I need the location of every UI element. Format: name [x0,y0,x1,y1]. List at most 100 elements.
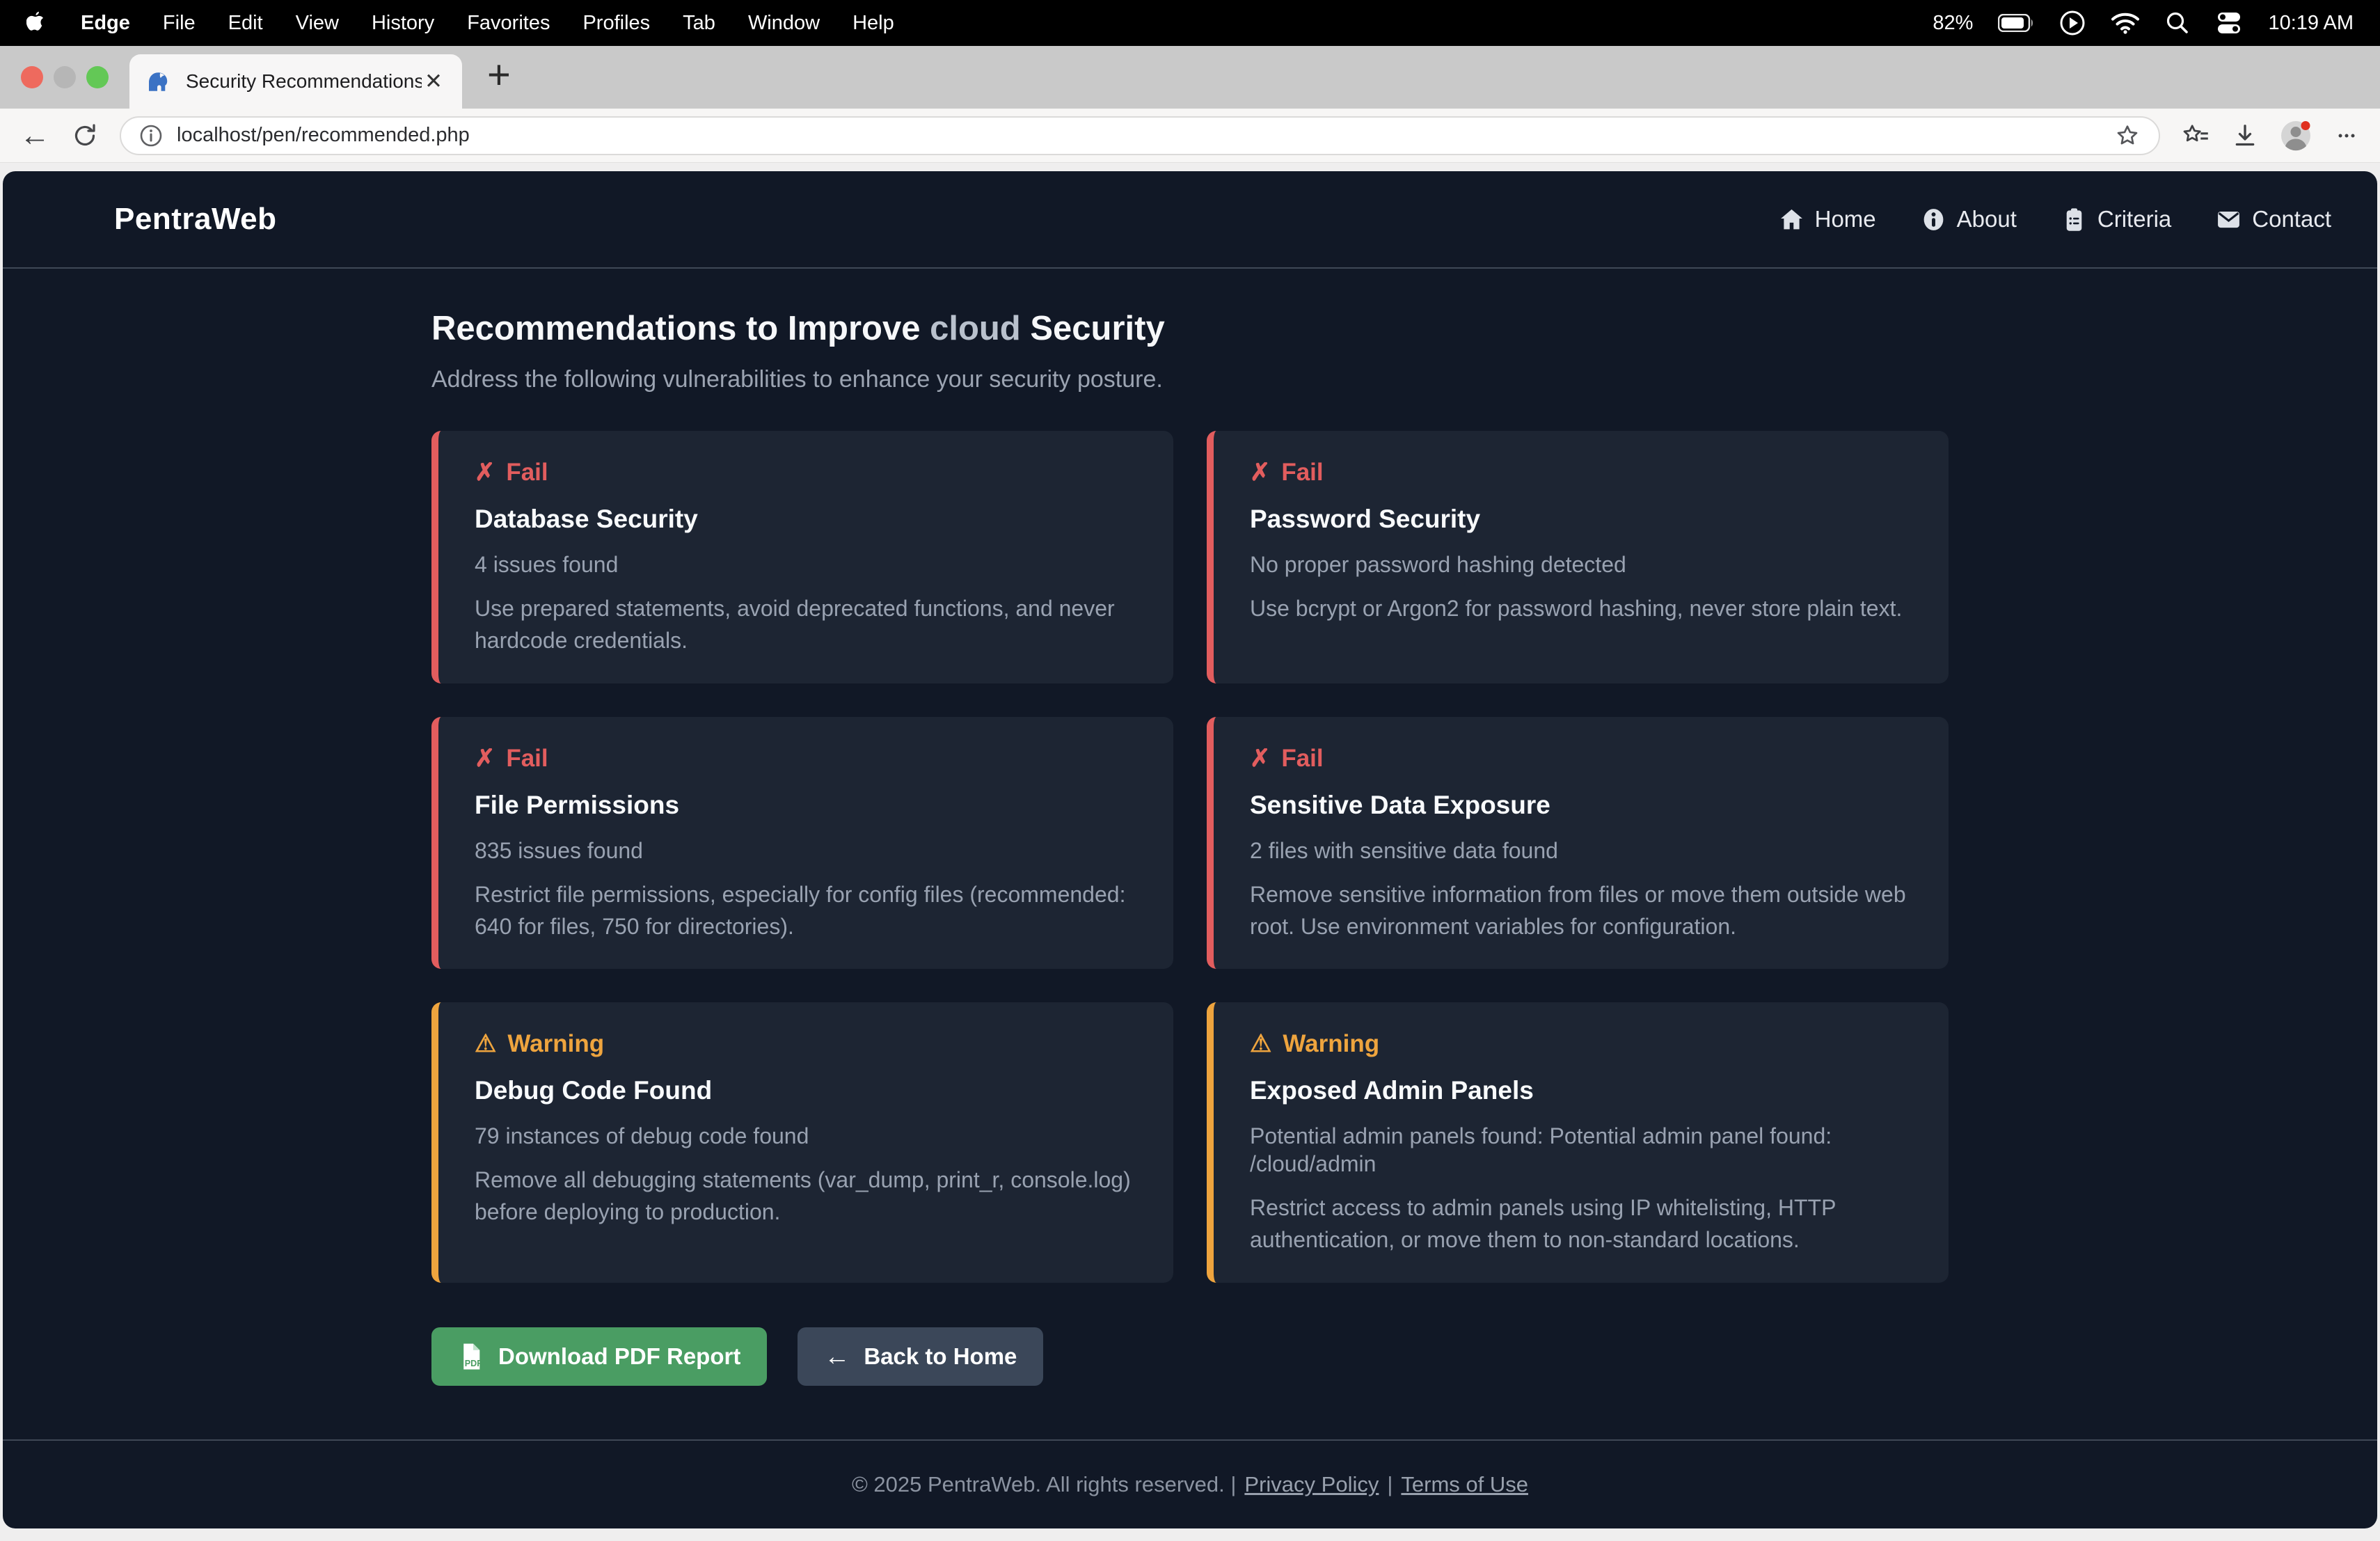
menu-item-file[interactable]: File [163,12,196,35]
card-file-permissions: ✗Fail File Permissions 835 issues found … [431,717,1173,969]
status-badge: ✗Fail [475,460,1143,484]
fail-x-icon: ✗ [1250,460,1270,484]
menu-item-view[interactable]: View [296,12,339,35]
site-navbar: PentraWeb Home About Criteria Contact [3,171,2377,269]
minimize-window-button[interactable] [54,66,76,88]
fail-x-icon: ✗ [1250,746,1270,770]
terms-of-use-link[interactable]: Terms of Use [1401,1472,1528,1497]
main-content: Recommendations to Improve cloud Securit… [431,269,1949,1439]
warning-triangle-icon: ⚠ [1250,1032,1271,1056]
status-badge: ⚠Warning [1250,1032,1918,1056]
menu-item-edit[interactable]: Edit [228,12,263,35]
status-badge: ⚠Warning [475,1032,1143,1056]
left-arrow-icon: ← [824,1343,850,1369]
page-subtitle: Address the following vulnerabilities to… [431,366,1949,393]
envelope-icon [2216,207,2242,232]
card-title: Database Security [475,505,1143,534]
privacy-policy-link[interactable]: Privacy Policy [1244,1472,1379,1497]
card-meta: 835 issues found [475,837,1143,864]
menu-item-favorites[interactable]: Favorites [467,12,550,35]
card-password-security: ✗Fail Password Security No proper passwo… [1207,431,1949,683]
recommendation-grid: ✗Fail Database Security 4 issues found U… [431,431,1949,1282]
status-badge: ✗Fail [1250,746,1918,770]
new-tab-button[interactable]: + [487,55,511,100]
close-window-button[interactable] [21,66,43,88]
action-buttons: PDF Download PDF Report ← Back to Home [431,1327,1949,1386]
card-description: Use prepared statements, avoid deprecate… [475,592,1143,657]
nav-link-home[interactable]: Home [1779,206,1876,232]
profile-avatar[interactable] [2280,120,2312,152]
page-title: Recommendations to Improve cloud Securit… [431,309,1949,348]
menu-item-edge[interactable]: Edge [81,12,130,35]
nav-link-about[interactable]: About [1921,206,2017,232]
menu-item-history[interactable]: History [372,12,434,35]
macos-menu-bar: Edge File Edit View History Favorites Pr… [0,0,2380,46]
card-meta: 4 issues found [475,551,1143,578]
browser-toolbar: ← localhost/pen/recommended.php [0,109,2380,163]
fail-x-icon: ✗ [475,460,495,484]
favorite-star-icon[interactable] [2114,123,2141,149]
control-center-icon[interactable] [2215,11,2243,35]
tab-close-icon[interactable]: ✕ [422,69,445,94]
card-title: Sensitive Data Exposure [1250,791,1918,820]
apple-icon[interactable] [26,10,48,36]
copyright-text: © 2025 PentraWeb. All rights reserved. | [852,1472,1236,1497]
card-description: Remove all debugging statements (var_dum… [475,1164,1143,1228]
footer-separator: | [1387,1472,1393,1497]
card-sensitive-data-exposure: ✗Fail Sensitive Data Exposure 2 files wi… [1207,717,1949,969]
nav-link-contact[interactable]: Contact [2216,206,2331,232]
browser-tab-strip: Security Recommendations ✕ + [0,46,2380,109]
page-title-highlight: cloud [930,310,1021,347]
card-database-security: ✗Fail Database Security 4 issues found U… [431,431,1173,683]
back-button[interactable]: ← [19,120,50,151]
menu-item-profiles[interactable]: Profiles [582,12,650,35]
card-title: Exposed Admin Panels [1250,1077,1918,1105]
clock: 10:19 AM [2268,12,2354,35]
menu-item-tab[interactable]: Tab [683,12,715,35]
spotlight-search-icon[interactable] [2165,10,2190,35]
downloads-icon[interactable] [2231,122,2259,150]
status-badge: ✗Fail [1250,460,1918,484]
card-debug-code-found: ⚠Warning Debug Code Found 79 instances o… [431,1002,1173,1282]
favorites-list-icon[interactable] [2181,122,2210,150]
tab-title: Security Recommendations [186,70,422,93]
home-icon [1779,207,1804,232]
window-controls [0,66,109,88]
fail-x-icon: ✗ [475,746,495,770]
site-info-icon[interactable] [139,124,163,148]
address-bar[interactable]: localhost/pen/recommended.php [120,116,2160,155]
back-to-home-button[interactable]: ← Back to Home [798,1327,1043,1386]
status-badge: ✗Fail [475,746,1143,770]
battery-percentage: 82% [1933,12,1973,35]
card-meta: 2 files with sensitive data found [1250,837,1918,864]
battery-icon [1998,14,2034,32]
play-circle-icon[interactable] [2059,10,2086,36]
card-title: Debug Code Found [475,1077,1143,1105]
url-text[interactable]: localhost/pen/recommended.php [177,124,2100,147]
clipboard-list-icon [2061,207,2087,232]
card-meta: Potential admin panels found: Potential … [1250,1122,1918,1178]
more-menu-icon[interactable] [2333,122,2361,150]
brand-logo[interactable]: PentraWeb [114,202,277,237]
nav-link-criteria[interactable]: Criteria [2061,206,2171,232]
browser-viewport: PentraWeb Home About Criteria Contact [0,163,2380,1541]
card-description: Remove sensitive information from files … [1250,878,1918,943]
card-title: File Permissions [475,791,1143,820]
zoom-window-button[interactable] [86,66,109,88]
card-description: Use bcrypt or Argon2 for password hashin… [1250,592,1918,624]
wifi-icon[interactable] [2111,12,2140,34]
warning-triangle-icon: ⚠ [475,1032,496,1056]
menu-item-help[interactable]: Help [852,12,894,35]
refresh-button[interactable] [71,122,99,150]
active-tab[interactable]: Security Recommendations ✕ [129,54,462,109]
card-meta: No proper password hashing detected [1250,551,1918,578]
pdf-file-icon: PDF [458,1343,484,1370]
info-circle-icon [1921,207,1946,232]
download-pdf-button[interactable]: PDF Download PDF Report [431,1327,767,1386]
menu-item-window[interactable]: Window [748,12,820,35]
svg-text:PDF: PDF [465,1359,483,1368]
pentraweb-page: PentraWeb Home About Criteria Contact [3,171,2377,1528]
card-title: Password Security [1250,505,1918,534]
site-footer: © 2025 PentraWeb. All rights reserved. |… [3,1439,2377,1528]
card-description: Restrict access to admin panels using IP… [1250,1192,1918,1256]
